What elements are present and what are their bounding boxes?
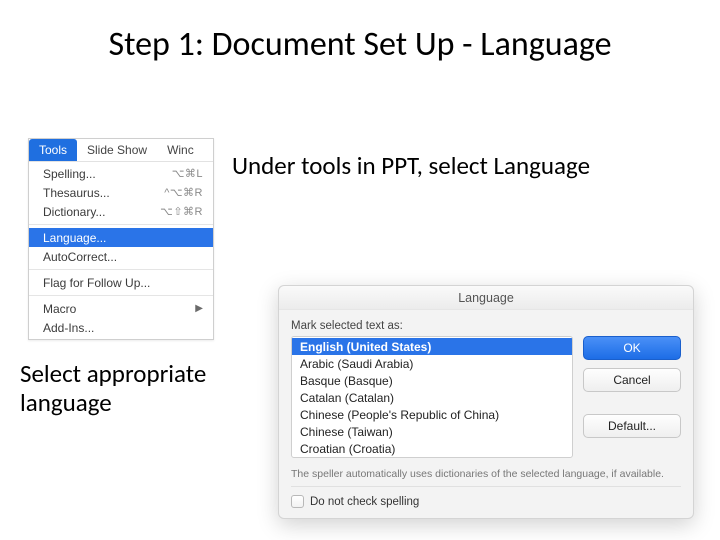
list-item[interactable]: Arabic (Saudi Arabia): [292, 355, 572, 372]
tools-menu: Tools Slide Show Winc Spelling... ⌥⌘L Th…: [28, 138, 214, 340]
checkbox-icon: [291, 495, 304, 508]
menu-item-label: Thesaurus...: [43, 186, 110, 200]
list-item[interactable]: Croatian (Croatia): [292, 440, 572, 457]
menu-item-label: Dictionary...: [43, 205, 105, 219]
menu-item-shortcut: ⌥⇧⌘R: [160, 205, 203, 218]
dialog-label: Mark selected text as:: [291, 320, 573, 332]
menu-item-spelling[interactable]: Spelling... ⌥⌘L: [29, 164, 213, 183]
menu-item-label: Language...: [43, 231, 106, 245]
cancel-button[interactable]: Cancel: [583, 368, 681, 392]
menu-item-thesaurus[interactable]: Thesaurus... ^⌥⌘R: [29, 183, 213, 202]
menubar-tab-window[interactable]: Winc: [157, 139, 204, 161]
submenu-arrow-icon: ▶: [195, 303, 203, 314]
menu-item-shortcut: ^⌥⌘R: [164, 186, 203, 199]
page-title: Step 1: Document Set Up - Language: [0, 24, 720, 65]
menu-item-label: Spelling...: [43, 167, 96, 181]
menu-separator: [29, 224, 213, 225]
menu-separator: [29, 295, 213, 296]
do-not-check-spelling-checkbox[interactable]: Do not check spelling: [291, 495, 681, 508]
menu-item-label: AutoCorrect...: [43, 250, 117, 264]
language-listbox[interactable]: English (United States) Arabic (Saudi Ar…: [291, 336, 573, 458]
dialog-title: Language: [279, 286, 693, 310]
menubar-tab-tools[interactable]: Tools: [29, 139, 77, 161]
menubar-tab-slideshow[interactable]: Slide Show: [77, 139, 157, 161]
default-button[interactable]: Default...: [583, 414, 681, 438]
list-item[interactable]: Basque (Basque): [292, 372, 572, 389]
dialog-separator: [291, 486, 681, 487]
list-item[interactable]: English (United States): [292, 338, 572, 355]
language-dialog: Language Mark selected text as: English …: [278, 285, 694, 519]
menubar: Tools Slide Show Winc: [29, 139, 213, 162]
list-item[interactable]: Catalan (Catalan): [292, 389, 572, 406]
menu-item-flag[interactable]: Flag for Follow Up...: [29, 273, 213, 292]
instruction-1: Under tools in PPT, select Language: [232, 150, 590, 181]
checkbox-label: Do not check spelling: [310, 496, 419, 508]
menu-item-addins[interactable]: Add-Ins...: [29, 318, 213, 337]
menu-item-label: Add-Ins...: [43, 321, 94, 335]
menu-item-shortcut: ⌥⌘L: [172, 167, 203, 180]
menu-separator: [29, 269, 213, 270]
list-item[interactable]: Chinese (People's Republic of China): [292, 406, 572, 423]
instruction-2: Select appropriate language: [20, 360, 250, 418]
menu-item-language[interactable]: Language...: [29, 228, 213, 247]
menu-item-label: Macro: [43, 302, 76, 316]
ok-button[interactable]: OK: [583, 336, 681, 360]
menu-item-dictionary[interactable]: Dictionary... ⌥⇧⌘R: [29, 202, 213, 221]
dialog-hint: The speller automatically uses dictionar…: [291, 468, 681, 480]
list-item[interactable]: Chinese (Taiwan): [292, 423, 572, 440]
menu-item-macro[interactable]: Macro ▶: [29, 299, 213, 318]
menu-item-autocorrect[interactable]: AutoCorrect...: [29, 247, 213, 266]
menu-item-label: Flag for Follow Up...: [43, 276, 150, 290]
